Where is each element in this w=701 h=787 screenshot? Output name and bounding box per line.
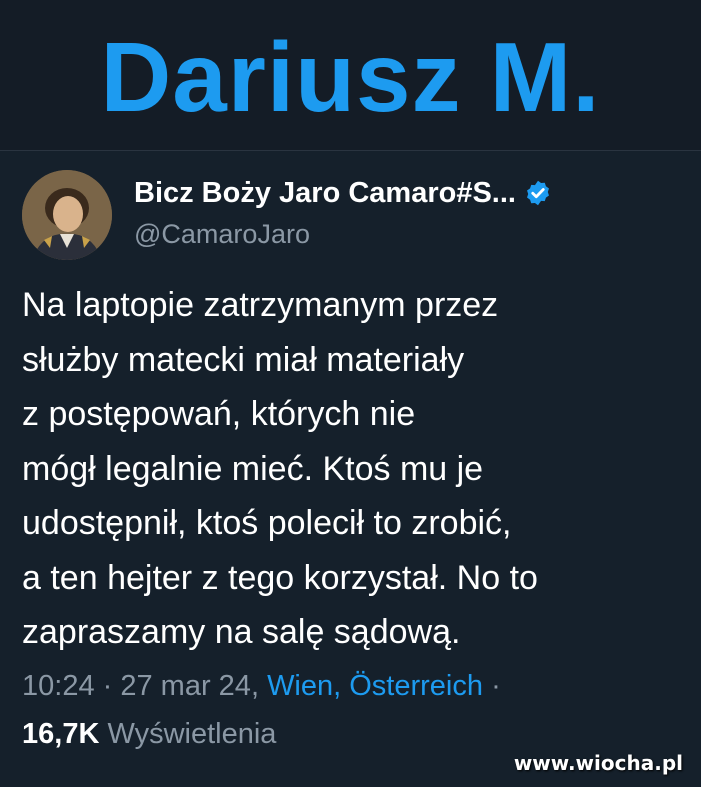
tweet-text: Na laptopie zatrzymanym przez służby mat…: [22, 278, 687, 660]
tweet-date[interactable]: 27 mar 24: [120, 670, 251, 702]
tweet-text-line: z postępowań, których nie: [22, 395, 416, 433]
meta-separator: ·: [94, 670, 121, 702]
tweet-text-line: udostępnił, ktoś polecił to zrobić,: [22, 504, 512, 542]
tweet-time[interactable]: 10:24: [22, 670, 95, 702]
tweet-location[interactable]: Wien, Österreich: [267, 670, 483, 702]
meta-comma: ,: [250, 670, 268, 702]
watermark: www.wiocha.pl: [513, 751, 683, 775]
views-label: Wyświetlenia: [99, 718, 277, 750]
tweet-meta: 10:24 · 27 mar 24, Wien, Österreich ·: [22, 668, 501, 704]
avatar[interactable]: [22, 170, 112, 260]
tweet-text-line: a ten hejter z tego korzystał. No to: [22, 558, 538, 597]
verified-badge-icon: [527, 180, 549, 206]
author-name-row[interactable]: Bicz Boży Jaro Camaro#S...: [134, 176, 552, 210]
views-count: 16,7K: [22, 718, 100, 750]
display-name[interactable]: Bicz Boży Jaro Camaro#S...: [134, 176, 516, 210]
tweet-views[interactable]: 16,7K Wyświetlenia: [22, 716, 276, 752]
author-handle[interactable]: @CamaroJaro: [134, 218, 310, 250]
tweet-card: Bicz Boży Jaro Camaro#S... @CamaroJaro N…: [0, 150, 701, 787]
tweet-text-line: mógł legalnie mieć. Ktoś mu je: [22, 449, 484, 488]
tweet-text-line: zapraszamy na salę sądową.: [22, 613, 461, 651]
banner-title: Dariusz M.: [100, 22, 601, 132]
tweet-text-line: służby matecki miał materiały: [22, 340, 465, 379]
tweet-text-line: Na laptopie zatrzymanym przez: [22, 286, 499, 324]
meta-trailing-dot: ·: [483, 670, 501, 702]
header-banner: Dariusz M.: [0, 0, 701, 151]
portrait-avatar-icon: [22, 170, 112, 260]
